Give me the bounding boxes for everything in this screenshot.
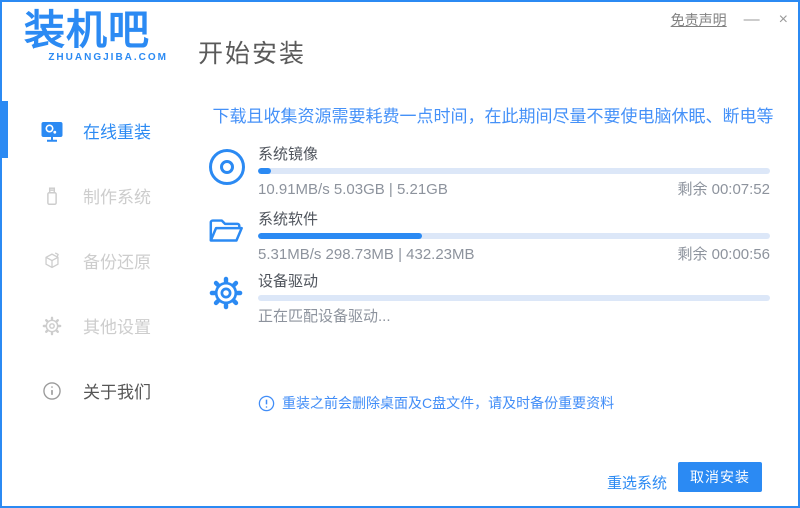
task-title: 系统镜像 — [258, 146, 319, 163]
reselect-system-button[interactable]: 重选系统 — [607, 472, 667, 493]
cancel-install-button[interactable]: 取消安装 — [678, 462, 762, 492]
progress-bar — [258, 295, 770, 301]
sidebar-item-other-settings[interactable]: 其他设置 — [2, 293, 192, 358]
progress-bar — [258, 233, 770, 239]
monitor-icon — [40, 119, 64, 143]
progress-fill — [258, 233, 422, 239]
task-time-remaining: 剩余 00:07:52 — [677, 181, 770, 198]
task-row-system-image: 系统镜像 10.91MB/s 5.03GB | 5.21GB 剩余 00:07:… — [192, 146, 798, 199]
open-folder-icon — [207, 212, 245, 250]
sidebar-item-make-system[interactable]: 制作系统 — [2, 163, 192, 228]
sidebar-item-backup-restore[interactable]: 备份还原 — [2, 228, 192, 293]
gear-icon — [207, 274, 245, 312]
gear-icon — [40, 315, 64, 337]
progress-fill — [258, 168, 271, 174]
sidebar-item-label: 在线重装 — [83, 123, 151, 142]
task-title: 设备驱动 — [258, 273, 319, 290]
task-title: 系统软件 — [258, 211, 319, 228]
usb-drive-icon — [40, 185, 64, 207]
backup-note-text: 重装之前会删除桌面及C盘文件，请及时备份重要资料 — [282, 395, 615, 411]
progress-bar — [258, 168, 770, 174]
task-status-text: 正在匹配设备驱动... — [258, 308, 391, 325]
alert-circle-icon — [258, 395, 275, 412]
sidebar-item-about-us[interactable]: 关于我们 — [2, 358, 192, 423]
sidebar: 在线重装 制作系统 备份还原 其他设置 关于我们 — [2, 98, 192, 423]
main-panel: 下载且收集资源需要耗费一点时间，在此期间尽量不要使电脑休眠、断电等 系统镜像 1… — [192, 2, 798, 506]
sidebar-item-label: 关于我们 — [83, 383, 151, 402]
info-circle-icon — [40, 380, 64, 402]
download-warning-text: 下载且收集资源需要耗费一点时间，在此期间尽量不要使电脑休眠、断电等 — [212, 107, 774, 126]
sidebar-item-label: 其他设置 — [83, 318, 151, 337]
task-time-remaining: 剩余 00:00:56 — [677, 246, 770, 263]
task-row-system-software: 系统软件 5.31MB/s 298.73MB | 432.23MB 剩余 00:… — [192, 211, 798, 264]
app-logo-text: 装机吧 — [24, 7, 150, 53]
app-logo: 装机吧 ZHUANGJIBA.COM — [24, 6, 168, 63]
task-speed-size: 5.31MB/s 298.73MB | 432.23MB — [258, 246, 475, 263]
disc-icon — [207, 147, 247, 187]
sidebar-item-label: 备份还原 — [83, 253, 151, 272]
sidebar-item-online-reinstall[interactable]: 在线重装 — [2, 98, 192, 163]
backup-note: 重装之前会删除桌面及C盘文件，请及时备份重要资料 — [258, 393, 770, 413]
sidebar-item-label: 制作系统 — [83, 188, 151, 207]
active-indicator — [2, 101, 8, 158]
backup-cube-icon — [40, 250, 64, 272]
task-row-device-drivers: 设备驱动 正在匹配设备驱动... — [192, 273, 798, 326]
task-speed-size: 10.91MB/s 5.03GB | 5.21GB — [258, 181, 448, 198]
installer-window: 装机吧 ZHUANGJIBA.COM 开始安装 免责声明 — × 在线重装 制作… — [0, 0, 800, 508]
